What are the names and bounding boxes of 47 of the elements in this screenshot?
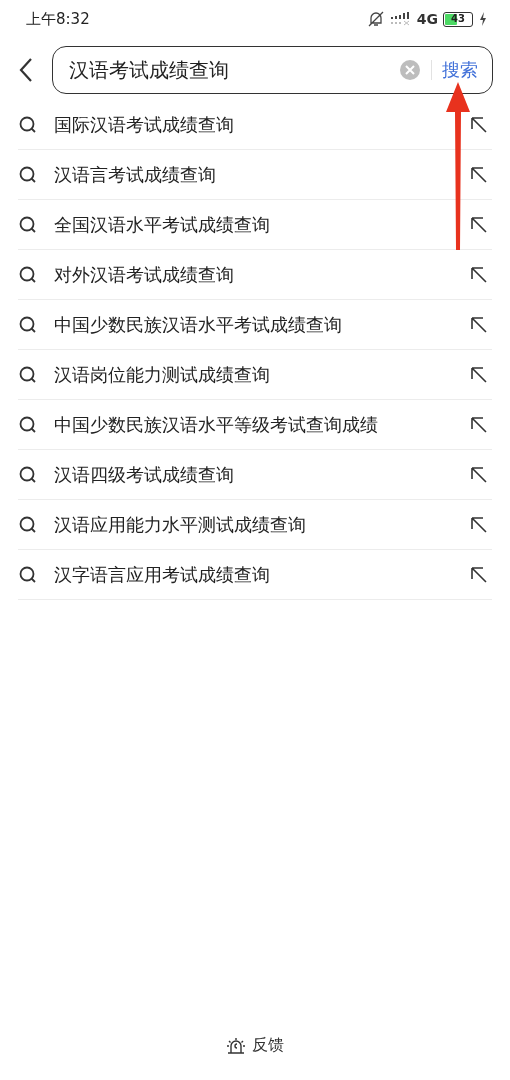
search-icon [18, 264, 38, 285]
suggestion-text: 汉语岗位能力测试成绩查询 [54, 362, 271, 387]
fill-arrow-icon[interactable] [470, 115, 488, 134]
fill-arrow-icon[interactable] [470, 365, 488, 384]
fill-arrow-icon[interactable] [470, 165, 488, 184]
suggestion-item[interactable]: 中国少数民族汉语水平考试成绩查询 [18, 300, 492, 350]
suggestion-text: 对外汉语考试成绩查询 [54, 262, 235, 287]
suggestion-text: 全国汉语水平考试成绩查询 [54, 212, 271, 237]
search-icon [18, 464, 38, 485]
suggestion-text: 中国少数民族汉语水平等级考试查询成绩 [54, 412, 379, 437]
suggestion-item[interactable]: 汉语应用能力水平测试成绩查询 [18, 500, 492, 550]
suggestion-text: 汉语言考试成绩查询 [54, 162, 217, 187]
fill-arrow-icon[interactable] [470, 415, 488, 434]
alarm-light-icon [226, 1035, 246, 1056]
suggestion-text: 汉语应用能力水平测试成绩查询 [54, 512, 307, 537]
search-icon [18, 414, 38, 435]
fill-arrow-icon[interactable] [470, 515, 488, 534]
search-icon [18, 114, 38, 135]
suggestion-text: 汉语四级考试成绩查询 [54, 462, 235, 487]
bell-muted-icon [366, 10, 385, 28]
suggestion-text: 国际汉语考试成绩查询 [54, 112, 235, 137]
feedback-button[interactable]: 反馈 [224, 1033, 286, 1058]
suggestion-item[interactable]: 汉语岗位能力测试成绩查询 [18, 350, 492, 400]
suggestion-text: 中国少数民族汉语水平考试成绩查询 [54, 312, 343, 337]
search-icon [18, 514, 38, 535]
search-icon [18, 314, 38, 335]
search-icon [18, 564, 38, 585]
network-label: 4G [416, 11, 438, 27]
fill-arrow-icon[interactable] [470, 315, 488, 334]
suggestion-item[interactable]: 汉字语言应用考试成绩查询 [18, 550, 492, 600]
search-icon [18, 164, 38, 185]
status-time: 上午8:32 [26, 9, 90, 29]
back-icon[interactable] [18, 57, 34, 83]
suggestion-text: 汉字语言应用考试成绩查询 [54, 562, 271, 587]
fill-arrow-icon[interactable] [470, 265, 488, 284]
search-icon [18, 214, 38, 235]
suggestion-item[interactable]: 中国少数民族汉语水平等级考试查询成绩 [18, 400, 492, 450]
suggestion-item[interactable]: 对外汉语考试成绩查询 [18, 250, 492, 300]
fill-arrow-icon[interactable] [470, 215, 488, 234]
search-field[interactable]: 汉语考试成绩查询 搜索 [52, 46, 493, 94]
fill-arrow-icon[interactable] [470, 565, 488, 584]
charging-icon [478, 11, 488, 27]
search-button[interactable]: 搜索 [442, 58, 478, 82]
fill-arrow-icon[interactable] [470, 465, 488, 484]
search-icon [18, 364, 38, 385]
suggestion-item[interactable]: 汉语四级考试成绩查询 [18, 450, 492, 500]
signal-icon [389, 12, 412, 26]
